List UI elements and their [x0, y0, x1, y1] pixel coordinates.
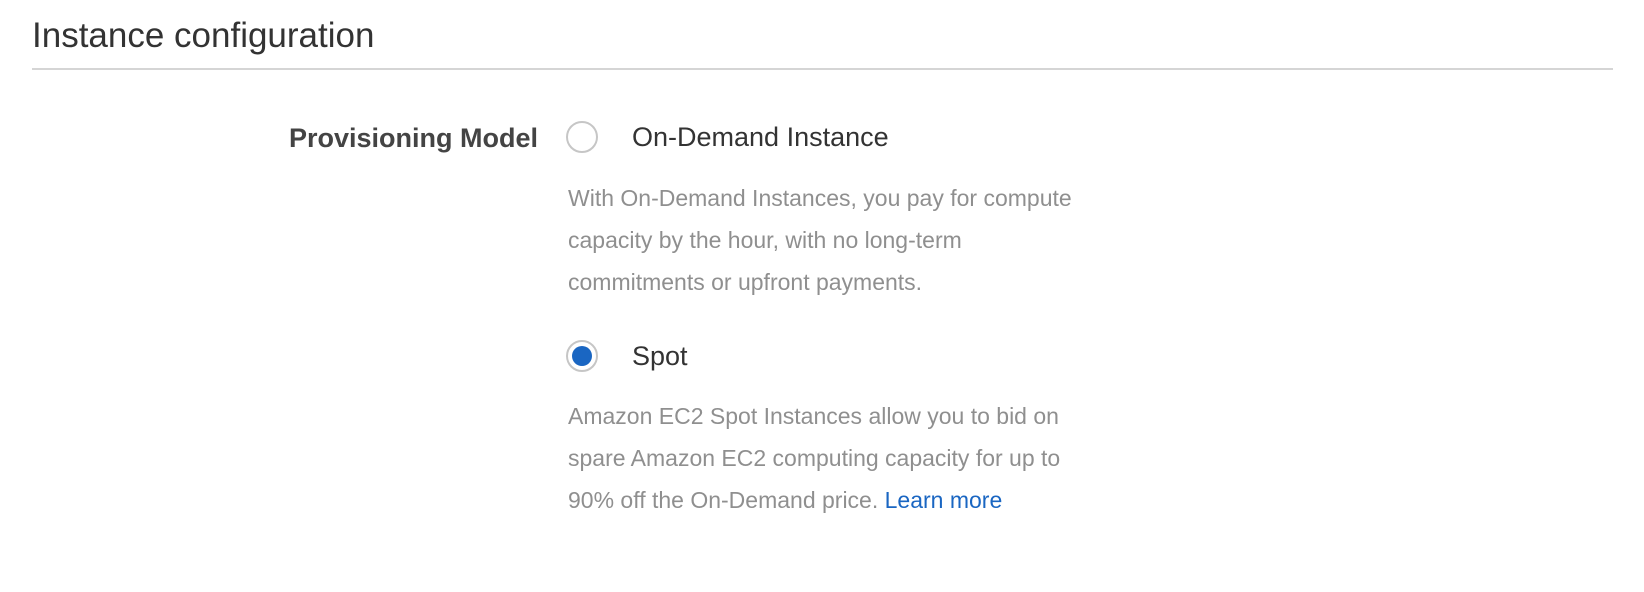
- on-demand-instance-option[interactable]: On-Demand Instance: [566, 119, 889, 155]
- spot-description: Amazon EC2 Spot Instances allow you to b…: [568, 395, 1078, 521]
- on-demand-instance-description: With On-Demand Instances, you pay for co…: [568, 185, 1072, 295]
- on-demand-instance-radio[interactable]: [566, 121, 598, 153]
- learn-more-link[interactable]: Learn more: [885, 487, 1003, 513]
- section-title: Instance configuration: [32, 16, 375, 55]
- on-demand-instance-label[interactable]: On-Demand Instance: [632, 119, 889, 155]
- spot-radio[interactable]: [566, 340, 598, 372]
- provisioning-model-label: Provisioning Model: [288, 123, 538, 153]
- spot-option[interactable]: Spot: [566, 338, 688, 374]
- spot-label[interactable]: Spot: [632, 338, 688, 374]
- section-divider: [32, 68, 1613, 70]
